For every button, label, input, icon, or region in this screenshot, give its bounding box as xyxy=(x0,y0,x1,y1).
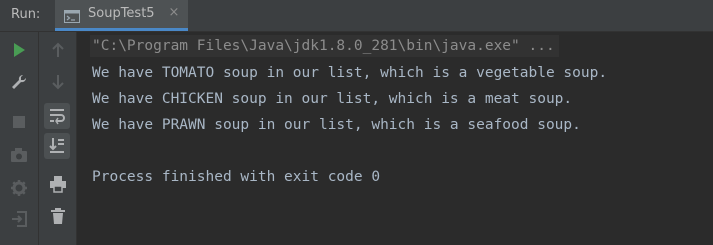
exit-button[interactable] xyxy=(6,206,32,232)
console-exit-line: Process finished with exit code 0 xyxy=(92,169,381,185)
modify-run-config-button[interactable] xyxy=(6,69,32,95)
down-arrow-icon xyxy=(52,75,64,90)
wrench-icon xyxy=(12,74,27,89)
stop-icon xyxy=(13,116,25,128)
rerun-icon xyxy=(14,43,25,57)
dump-threads-button[interactable] xyxy=(6,142,32,168)
rerun-button[interactable] xyxy=(6,37,32,63)
soft-wrap-button[interactable] xyxy=(44,103,70,129)
close-icon[interactable]: × xyxy=(167,5,181,20)
console-line: We have PRAWN soup in our list, which is… xyxy=(92,117,581,133)
tab-souptest5[interactable]: SoupTest5 × xyxy=(55,0,188,31)
up-arrow-icon xyxy=(52,42,64,57)
scroll-to-end-icon xyxy=(49,138,64,153)
clear-all-button[interactable] xyxy=(45,203,71,229)
stop-button[interactable] xyxy=(6,109,32,135)
run-toolbar xyxy=(0,32,39,245)
console-command-line[interactable]: "C:\Program Files\Java\jdk1.8.0_281\bin\… xyxy=(90,35,559,57)
console-line: We have TOMATO soup in our list, which i… xyxy=(92,65,608,81)
trash-icon xyxy=(51,208,65,224)
console-icon xyxy=(64,8,80,23)
exit-icon xyxy=(12,211,27,227)
down-stack-trace-button[interactable] xyxy=(45,69,71,95)
print-icon xyxy=(50,176,66,193)
print-button[interactable] xyxy=(45,171,71,197)
soft-wrap-icon xyxy=(50,109,65,125)
run-tool-window-header: Run: SoupTest5 × xyxy=(0,0,713,32)
console-output[interactable]: "C:\Program Files\Java\jdk1.8.0_281\bin\… xyxy=(77,32,713,245)
console-line: We have CHICKEN soup in our list, which … xyxy=(92,91,573,107)
console-toolbar xyxy=(39,32,77,245)
up-stack-trace-button[interactable] xyxy=(45,37,71,63)
camera-icon xyxy=(11,148,27,162)
gear-icon xyxy=(11,180,27,196)
settings-button[interactable] xyxy=(6,175,32,201)
tab-title: SoupTest5 xyxy=(88,6,155,21)
scroll-to-end-button[interactable] xyxy=(44,133,70,159)
run-label: Run: xyxy=(11,7,41,22)
